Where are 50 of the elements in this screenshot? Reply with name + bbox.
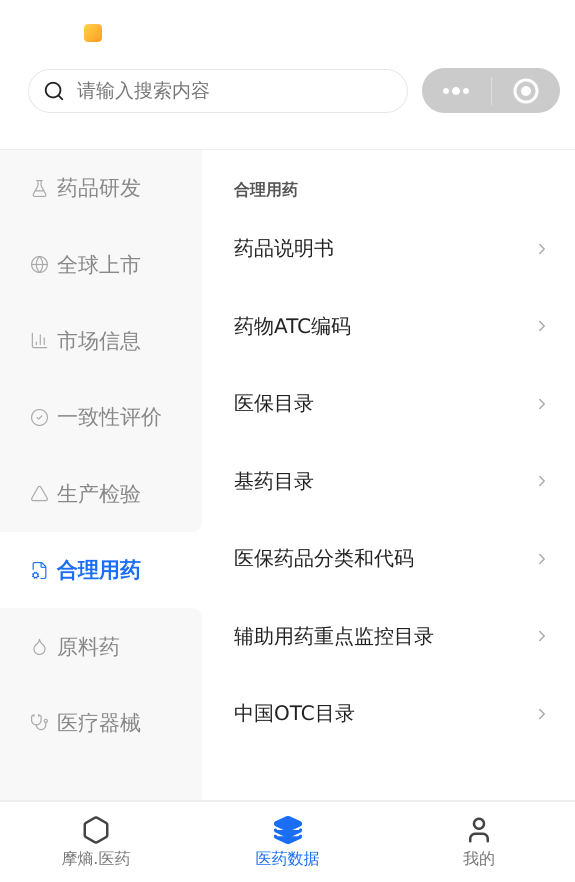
stethoscope-icon [30,713,49,732]
flask-icon [30,178,49,198]
sidebar-item[interactable]: 药品研发 [0,150,202,226]
search-icon [43,80,65,102]
bar-chart-icon [30,331,49,350]
sidebar-item[interactable]: 全球上市 [0,226,202,303]
more-icon [442,86,470,96]
tab-label: 医药数据 [256,848,320,870]
list-item[interactable]: 辅助用药重点监控目录 [234,598,551,675]
document-gear-icon [30,560,49,580]
sidebar-label: 合理用药 [57,557,141,584]
list-item-label: 药物ATC编码 [234,312,352,340]
app-icon [84,24,102,42]
layers-icon [272,814,302,844]
globe-icon [30,255,49,274]
check-circle-icon [30,408,49,427]
tab[interactable]: 摩熵.医药 [0,802,192,882]
list-item-label: 药品说明书 [234,235,334,262]
list-item-label: 医保药品分类和代码 [234,545,414,572]
list-item[interactable]: 药品说明书 [234,210,551,288]
sidebar-label: 生产检验 [57,480,141,508]
sidebar-label: 一致性评价 [57,404,162,432]
sidebar-item[interactable]: 医疗器械 [0,684,202,762]
hexagon-icon [80,814,111,844]
sidebar-label: 医疗器械 [57,710,141,737]
list-item[interactable]: 医保药品分类和代码 [234,520,551,598]
sidebar-label: 原料药 [57,634,120,661]
search-bar[interactable]: 请输入搜索内容 [28,68,408,112]
tab[interactable]: 医药数据 [192,802,384,882]
list-item-label: 基药目录 [234,468,314,495]
sidebar-item[interactable]: 生产检验 [0,456,202,532]
sidebar-item[interactable]: 原料药 [0,608,202,685]
sidebar-label: 市场信息 [57,328,141,355]
tab-label: 摩熵.医药 [61,848,130,870]
list-item[interactable]: 中国OTC目录 [234,675,551,752]
list-item[interactable]: 药物ATC编码 [234,288,551,365]
list-item[interactable]: 医保目录 [234,365,551,442]
list-item[interactable]: 基药目录 [234,442,551,520]
target-icon [512,78,539,104]
sidebar-label: 全球上市 [57,252,141,279]
list-item-label: 辅助用药重点监控目录 [234,622,434,650]
tab-label: 我的 [463,848,496,870]
list-item-label: 医保目录 [234,390,314,418]
sidebar-item[interactable]: 市场信息 [0,302,202,380]
section-title: 合理用药 [234,180,299,201]
tab[interactable]: 我的 [383,802,575,882]
list-item-label: 中国OTC目录 [234,700,355,728]
sidebar-label: 药品研发 [57,175,141,202]
triangle-icon [30,484,49,504]
sidebar-item[interactable]: 一致性评价 [0,379,202,456]
